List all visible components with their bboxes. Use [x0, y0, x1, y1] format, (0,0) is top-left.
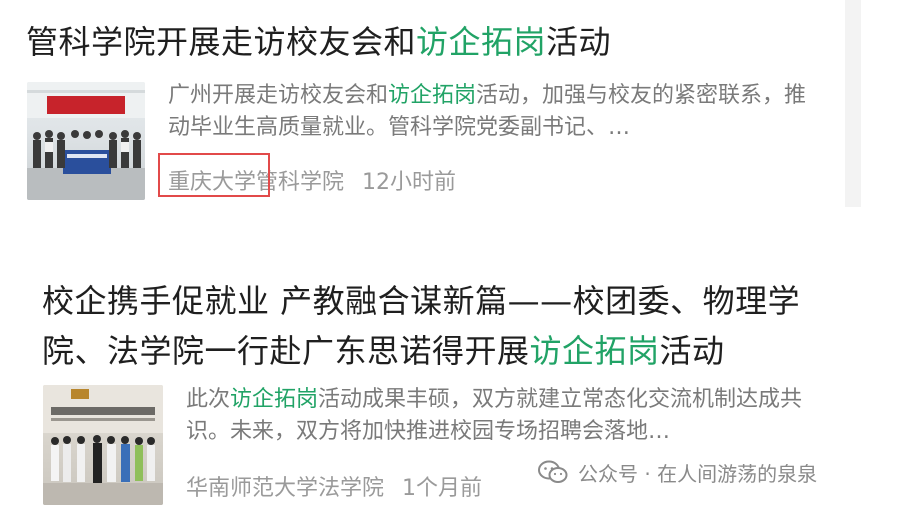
result-summary-1: 广州开展走访校友会和访企拓岗活动，加强与校友的紧密联系，推动毕业生高质量就业。管…: [168, 83, 807, 140]
wechat-icon: [538, 460, 568, 483]
watermark-text: 公众号 · 在人间游荡的泉泉: [578, 461, 818, 486]
result-thumbnail-2[interactable]: [43, 385, 163, 505]
result-meta-2: 华南师范大学法学院 1个月前: [186, 470, 482, 502]
wechat-watermark: 公众号 · 在人间游荡的泉泉: [538, 457, 817, 487]
scroll-gutter: [845, 0, 861, 207]
group-photo-image: [27, 82, 145, 200]
annotation-highlight-box: [158, 153, 270, 197]
timestamp: 12小时前: [362, 170, 457, 195]
group-photo-image: [43, 385, 163, 505]
keyword-highlight: 访企拓岗: [529, 332, 660, 370]
result-thumbnail-1[interactable]: [27, 82, 145, 200]
timestamp: 1个月前: [402, 476, 483, 501]
keyword-highlight: 访企拓岗: [416, 23, 547, 61]
result-title-2[interactable]: 校企携手促就业 产教融合谋新篇——校团委、物理学院、法学院一行赴广东思诺得开展访…: [42, 276, 842, 376]
result-title-1[interactable]: 管科学院开展走访校友会和访企拓岗活动: [26, 20, 611, 64]
result-summary-2: 此次访企拓岗活动成果丰硕，双方就建立常态化交流机制达成共识。未来，双方将加快推进…: [186, 387, 803, 444]
source-name[interactable]: 华南师范大学法学院: [186, 476, 384, 501]
